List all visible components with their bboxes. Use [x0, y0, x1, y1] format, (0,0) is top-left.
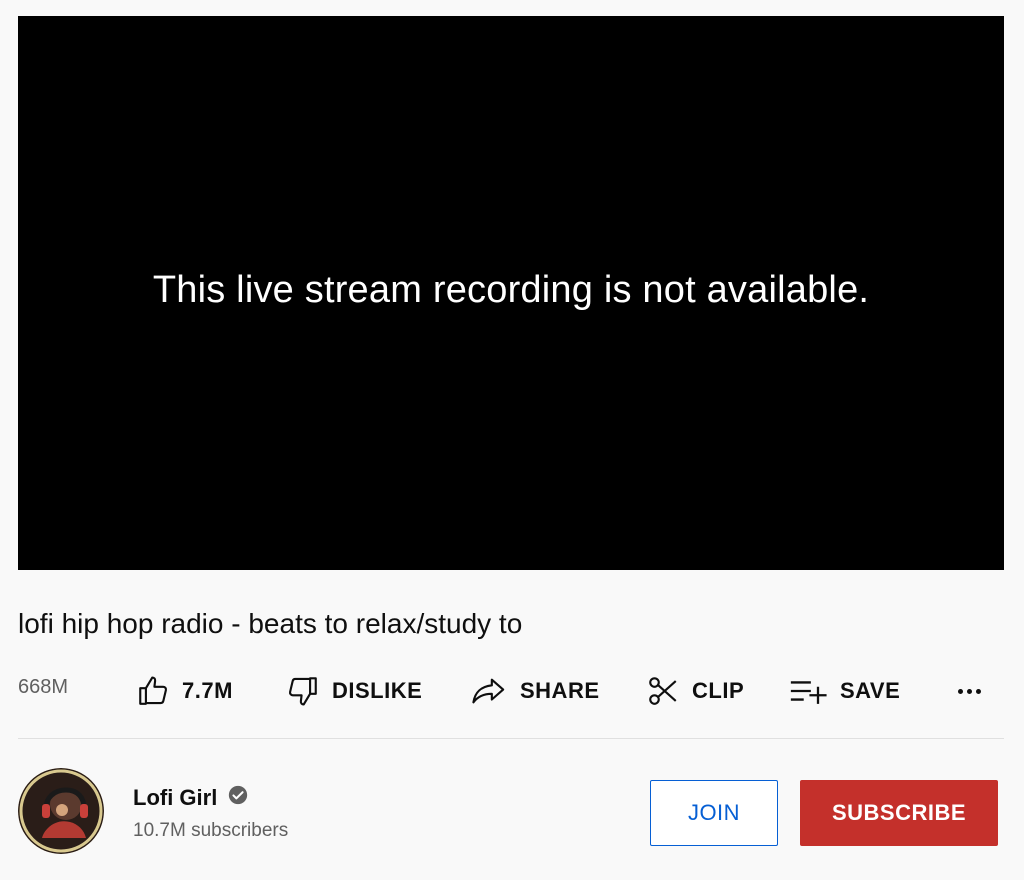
playlist-add-icon	[788, 676, 828, 706]
share-arrow-icon	[470, 674, 508, 708]
player-unavailable-message: This live stream recording is not availa…	[152, 268, 870, 311]
dislike-label: DISLIKE	[332, 678, 423, 703]
thumbs-up-icon	[136, 674, 170, 708]
video-title: lofi hip hop radio - beats to relax/stud…	[18, 608, 523, 639]
save-button[interactable]: SAVE	[788, 666, 900, 716]
channel-avatar[interactable]	[18, 768, 104, 854]
more-dots-icon	[957, 688, 963, 694]
video-player[interactable]: This live stream recording is not availa…	[18, 16, 1004, 570]
view-count: 668M	[18, 676, 69, 698]
channel-name[interactable]: Lofi Girl	[133, 785, 217, 811]
subscriber-count: 10.7M subscribers	[133, 820, 289, 841]
like-button[interactable]: 7.7M	[136, 666, 233, 716]
clip-label: CLIP	[692, 678, 745, 703]
like-count: 7.7M	[182, 678, 233, 703]
channel-name-row[interactable]: Lofi Girl	[133, 784, 249, 811]
subscribe-button[interactable]: SUBSCRIBE	[800, 780, 998, 846]
save-label: SAVE	[840, 678, 901, 703]
join-button[interactable]: JOIN	[650, 780, 778, 846]
dislike-button[interactable]: DISLIKE	[286, 666, 422, 716]
scissors-icon	[646, 674, 680, 708]
section-divider	[18, 738, 1004, 739]
more-actions-button[interactable]	[954, 678, 984, 704]
verified-check-icon	[227, 784, 249, 811]
share-label: SHARE	[520, 678, 600, 703]
share-button[interactable]: SHARE	[470, 666, 600, 716]
thumbs-down-icon	[286, 674, 320, 708]
video-actions-bar: 668M 7.7M DISLIKE SHARE CLIP SAVE	[18, 666, 1004, 716]
clip-button[interactable]: CLIP	[646, 666, 744, 716]
